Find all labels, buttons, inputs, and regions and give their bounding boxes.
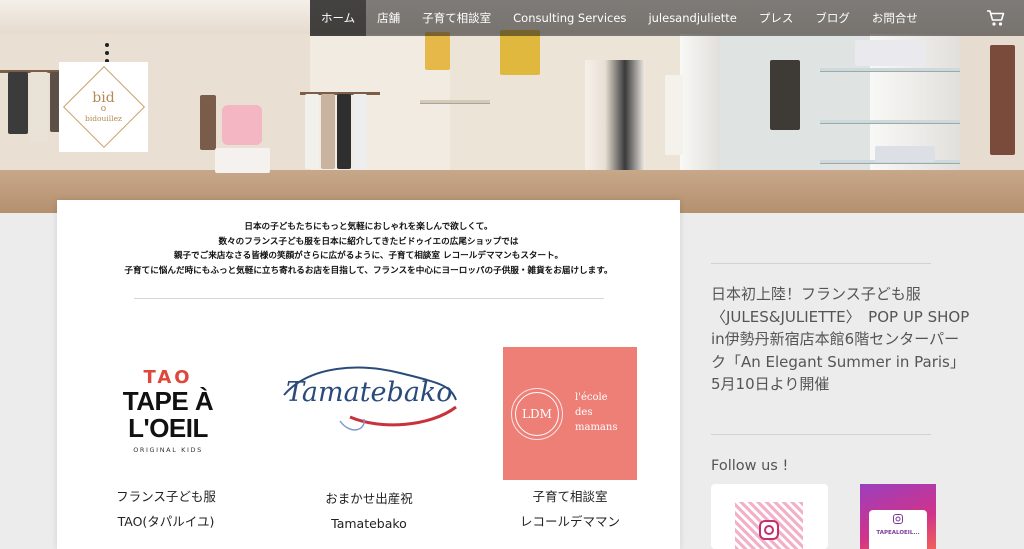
nav-item-home[interactable]: ホーム bbox=[310, 0, 367, 36]
brand-name-line2: Tamatebako bbox=[331, 516, 407, 531]
intro-line: 日本の子どもたちにもっと気軽におしゃれを楽しんで欲しくて。 bbox=[244, 222, 493, 232]
tao-logo-tagline: ORIGINAL KIDS bbox=[133, 446, 203, 454]
ldm-abbr: LDM bbox=[515, 392, 559, 436]
intro-line: 親子でご来店なさる皆様の笑顔がさらに広がるように、子育て相談室 レコールデママン… bbox=[173, 251, 564, 261]
nav-item-press[interactable]: プレス bbox=[748, 0, 805, 36]
brand-name-line1: おまかせ出産祝 bbox=[325, 491, 413, 506]
tao-logo-top: TAO bbox=[143, 367, 193, 388]
tao-logo-line1: TAPE À bbox=[122, 386, 214, 416]
cart-icon bbox=[987, 10, 1005, 26]
sidebar-divider bbox=[711, 434, 931, 435]
brand-caption-tao[interactable]: フランス子ども服 TAO(タパルイユ) bbox=[76, 484, 256, 534]
ldm-line1: l'école bbox=[575, 392, 608, 403]
nav-item-parenting-room[interactable]: 子育て相談室 bbox=[411, 0, 502, 36]
brand-name-line1: フランス子ども服 bbox=[116, 489, 216, 504]
instagram-account-label: TAPEALOEIL... bbox=[876, 530, 920, 536]
intro-line: 子育てに悩んだ時にもふっと気軽に立ち寄れるお店を目指して、フランスを中心にヨーロ… bbox=[124, 265, 613, 276]
site-logo[interactable]: bid o bidouillez bbox=[59, 62, 148, 152]
instagram-icon bbox=[759, 520, 779, 540]
main-navigation: ホーム 店舗 子育て相談室 Consulting Services julesa… bbox=[310, 0, 1024, 36]
nav-item-store[interactable]: 店舗 bbox=[366, 0, 411, 36]
instagram-icon bbox=[893, 514, 903, 524]
logo-circle-glyph: o bbox=[100, 104, 107, 114]
intro-line: 数々のフランス子ども服を日本に紹介してきたビドゥイエの広尾ショップでは bbox=[218, 236, 519, 247]
nav-item-contact[interactable]: お問合せ bbox=[861, 0, 929, 36]
tamatebako-logo-text: Tamatebako bbox=[286, 377, 453, 408]
news-link[interactable]: 日本初上陸！フランス子ども服〈JULES&JULIETTE〉 POP UP SH… bbox=[711, 283, 971, 396]
cart-button[interactable] bbox=[968, 0, 1024, 36]
tao-logo[interactable]: TAO TAPE À L'OEIL ORIGINAL KIDS bbox=[118, 368, 218, 466]
logo-sub-text: bidouillez bbox=[85, 114, 122, 123]
ldm-logo[interactable]: LDM l'école des mamans bbox=[503, 347, 637, 480]
brand-caption-ldm[interactable]: 子育て相談室 レコールデママン bbox=[480, 484, 660, 534]
instagram-profile-card[interactable]: TAPEALOEIL... bbox=[860, 484, 936, 549]
divider bbox=[134, 298, 604, 299]
tamatebako-logo[interactable]: Tamatebako bbox=[280, 355, 460, 435]
nav-item-consulting[interactable]: Consulting Services bbox=[502, 0, 637, 36]
intro-text: 日本の子どもたちにもっと気軽におしゃれを楽しんで欲しくて。 数々のフランス子ども… bbox=[57, 220, 680, 278]
more-menu-icon[interactable] bbox=[105, 43, 109, 63]
brand-name-line1: 子育て相談室 bbox=[532, 489, 608, 504]
logo-main-text: bid bbox=[92, 90, 115, 106]
instagram-qr-card[interactable] bbox=[711, 484, 828, 549]
follow-us-heading: Follow us ! bbox=[711, 458, 789, 474]
nav-item-blog[interactable]: ブログ bbox=[804, 0, 861, 36]
brand-caption-tamatebako[interactable]: おまかせ出産祝 Tamatebako bbox=[279, 486, 459, 536]
tao-logo-line2: L'OEIL bbox=[128, 413, 208, 443]
brand-name-line2: レコールデママン bbox=[519, 514, 620, 529]
brand-name-line2: TAO(タパルイユ) bbox=[117, 514, 215, 529]
nav-item-julesandjuliette[interactable]: julesandjuliette bbox=[637, 0, 747, 36]
ldm-logo-text: l'école des mamans bbox=[575, 390, 617, 435]
ldm-line3: mamans bbox=[575, 422, 618, 433]
sidebar-divider bbox=[711, 263, 931, 264]
ldm-line2: des bbox=[575, 407, 593, 418]
